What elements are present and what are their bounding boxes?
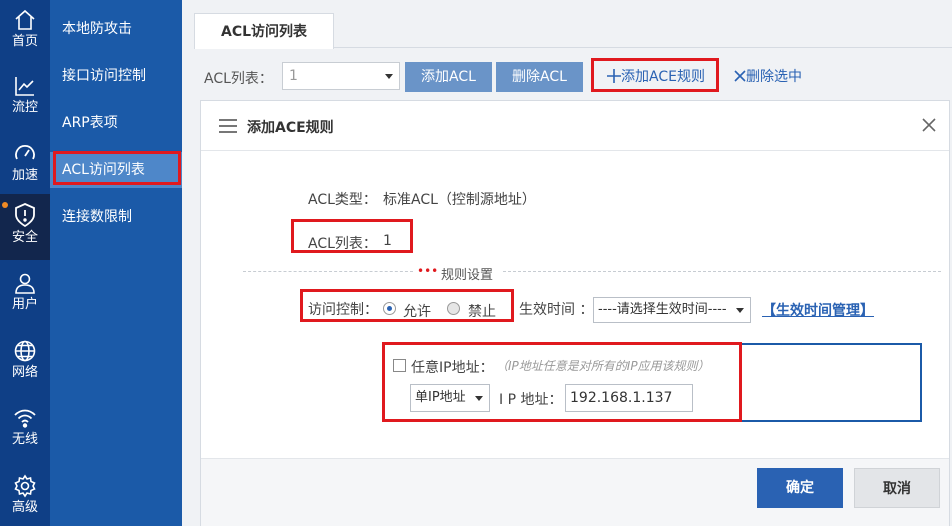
user-icon xyxy=(15,273,35,294)
main-nav: 首页 流控 加速 安全 用户 网络 无线 高级 xyxy=(0,0,50,526)
add-ace-rule-button[interactable]: 添加ACE规则 xyxy=(607,62,705,92)
deny-radio[interactable] xyxy=(447,302,460,315)
ip-type-value: 单IP地址 xyxy=(415,390,466,405)
nav-label: 高级 xyxy=(11,500,38,515)
plus-icon xyxy=(607,69,621,83)
nav-item-network[interactable]: 网络 xyxy=(0,331,50,397)
shield-icon xyxy=(15,203,35,228)
deny-label: 禁止 xyxy=(468,304,496,320)
nav-label: 流控 xyxy=(11,100,38,115)
ip-address-input[interactable]: 192.168.1.137 xyxy=(565,384,693,412)
acl-list-label: ACL列表： xyxy=(204,71,273,87)
chart-line-icon xyxy=(15,77,34,96)
allow-radio[interactable] xyxy=(383,302,396,315)
access-control-label: 访问控制： xyxy=(308,302,378,318)
nav-item-advanced[interactable]: 高级 xyxy=(0,466,50,526)
add-ace-rule-label: 添加ACE规则 xyxy=(621,69,705,85)
ip-address-label: I P 地址： xyxy=(499,392,563,408)
menu-icon xyxy=(219,119,237,133)
nav-item-security[interactable]: 安全 xyxy=(0,194,50,260)
any-ip-label: 任意IP地址： xyxy=(411,360,494,376)
acl-list-label: ACL列表： xyxy=(308,236,377,252)
close-icon xyxy=(734,70,746,82)
nav-label: 加速 xyxy=(11,168,38,183)
subnav-item-local-anti-attack[interactable]: 本地防攻击 xyxy=(50,11,182,47)
cancel-button[interactable]: 取消 xyxy=(854,468,940,508)
effective-time-select[interactable]: ----请选择生效时间---- xyxy=(593,297,751,323)
tab-bar: ACL访问列表 xyxy=(194,13,952,49)
ip-type-select[interactable]: 单IP地址 xyxy=(410,384,490,412)
subnav-item-acl-list[interactable]: ACL访问列表 xyxy=(50,152,182,188)
chevron-down-icon xyxy=(385,74,393,79)
delete-selected-label: 删除选中 xyxy=(746,69,802,85)
acl-type-value: 标准ACL（控制源地址） xyxy=(383,192,536,208)
effective-time-label: 生效时间 ： xyxy=(519,302,594,318)
delete-acl-button[interactable]: 删除ACL xyxy=(496,62,583,92)
add-acl-button[interactable]: 添加ACL xyxy=(405,62,492,92)
toolbar: ACL列表： 1 添加ACL 删除ACL 添加ACE规则 删除选中 xyxy=(204,62,944,92)
nav-label: 首页 xyxy=(11,34,38,49)
globe-icon xyxy=(14,340,36,362)
allow-label: 允许 xyxy=(403,304,431,320)
section-divider-right xyxy=(503,271,941,272)
confirm-button[interactable]: 确定 xyxy=(757,468,843,508)
gear-icon xyxy=(14,474,36,498)
chevron-down-icon xyxy=(736,308,744,313)
acl-list-select-value: 1 xyxy=(289,68,298,84)
time-management-link[interactable]: 【生效时间管理】 xyxy=(762,300,874,320)
chevron-down-icon xyxy=(475,396,483,401)
acl-type-label: ACL类型： xyxy=(308,192,377,208)
subnav-item-arp-table[interactable]: ARP表项 xyxy=(50,105,182,141)
any-ip-hint: （IP地址任意是对所有的IP应用该规则） xyxy=(496,359,710,373)
subnav-item-interface-access-control[interactable]: 接口访问控制 xyxy=(50,58,182,94)
security-subnav: 本地防攻击 接口访问控制 ARP表项 ACL访问列表 连接数限制 xyxy=(50,0,182,526)
nav-label: 安全 xyxy=(11,230,38,245)
section-title: 规则设置 xyxy=(441,268,494,283)
nav-item-wireless[interactable]: 无线 xyxy=(0,398,50,464)
tab-acl-list[interactable]: ACL访问列表 xyxy=(194,13,334,49)
nav-item-home[interactable]: 首页 xyxy=(0,0,50,66)
section-divider-left xyxy=(243,271,413,272)
acl-list-value: 1 xyxy=(383,233,392,249)
ip-panel-border xyxy=(681,343,922,422)
speedometer-icon xyxy=(15,145,35,160)
nav-item-flow-control[interactable]: 流控 xyxy=(0,66,50,132)
home-icon xyxy=(15,9,35,30)
close-icon[interactable] xyxy=(922,118,936,132)
any-ip-checkbox[interactable] xyxy=(393,359,406,372)
nav-label: 无线 xyxy=(11,432,38,447)
add-ace-rule-dialog: 添加ACE规则 ACL类型： 标准ACL（控制源地址） ACL列表： 1 •••… xyxy=(200,100,950,526)
delete-selected-button[interactable]: 删除选中 xyxy=(734,62,802,92)
section-dots-icon: ••• xyxy=(417,264,439,278)
subnav-item-connection-limit[interactable]: 连接数限制 xyxy=(50,199,182,235)
dialog-header: 添加ACE规则 xyxy=(201,101,949,151)
active-indicator-dot xyxy=(2,202,8,208)
nav-label: 用户 xyxy=(11,297,38,312)
effective-time-value: ----请选择生效时间---- xyxy=(598,302,727,317)
acl-list-select[interactable]: 1 xyxy=(282,62,400,90)
wifi-icon xyxy=(14,409,36,428)
nav-item-users[interactable]: 用户 xyxy=(0,263,50,329)
nav-item-acceleration[interactable]: 加速 xyxy=(0,134,50,200)
dialog-title: 添加ACE规则 xyxy=(247,120,334,136)
nav-label: 网络 xyxy=(11,365,38,380)
